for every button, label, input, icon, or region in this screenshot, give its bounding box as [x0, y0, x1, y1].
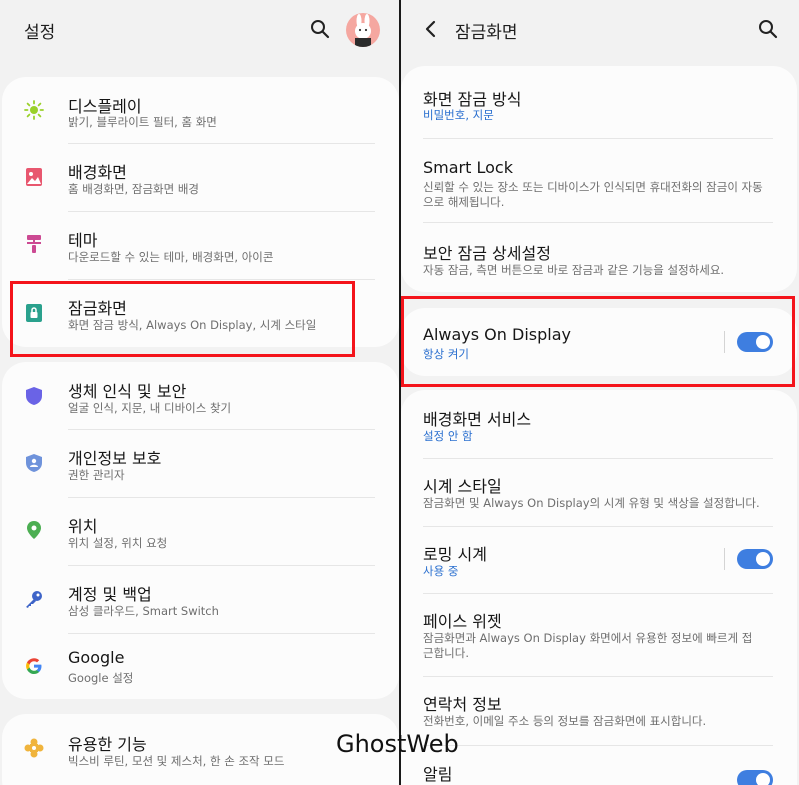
page-title: 설정 [24, 23, 56, 43]
settings-item-title: Smart Lock [423, 158, 513, 177]
settings-item-title: 알림 [423, 765, 453, 784]
settings-item-title: 로밍 시계 [423, 545, 487, 564]
settings-item-subtitle: 위치 설정, 위치 요청 [68, 536, 168, 550]
settings-item-face-widgets[interactable]: 페이스 위젯 잠금화면과 Always On Display 화면에서 유용한 … [401, 594, 797, 676]
google-icon [24, 656, 44, 676]
settings-item-subtitle: Google 설정 [68, 671, 134, 685]
back-arrow-icon[interactable] [419, 18, 441, 40]
settings-item-secure-lock-settings[interactable]: 보안 잠금 상세설정 자동 잠금, 측면 버튼으로 바로 잠금과 같은 기능을 … [401, 223, 797, 292]
page-title: 잠금화면 [455, 23, 518, 43]
settings-item-title: 생체 인식 및 보안 [68, 382, 187, 401]
puzzle-icon [24, 738, 44, 758]
lock-screen-settings-screen: 잠금화면 화면 잠금 방식 비밀번호, 지문 Smart Lock 신뢰할 수 … [401, 0, 799, 785]
roaming-clock-toggle[interactable] [737, 549, 773, 569]
settings-item-screen-lock-type[interactable]: 화면 잠금 방식 비밀번호, 지문 [401, 66, 797, 136]
settings-item-title: Google [68, 648, 125, 667]
shield-icon [24, 386, 44, 406]
settings-item-subtitle: 전화번호, 이메일 주소 등의 정보를 잠금화면에 표시합니다. [423, 714, 707, 728]
notifications-toggle[interactable] [737, 770, 773, 785]
settings-item-subtitle: 잠금화면과 Always On Display 화면에서 유용한 정보에 빠르게… [423, 631, 753, 660]
settings-item-title: 위치 [68, 517, 98, 536]
settings-item-title: 연락처 정보 [423, 695, 502, 714]
settings-item-biometrics-security[interactable]: 생체 인식 및 보안 얼굴 인식, 지문, 내 디바이스 찾기 [2, 362, 399, 429]
settings-item-roaming-clock[interactable]: 로밍 시계 사용 중 [401, 527, 797, 593]
settings-item-subtitle: 삼성 클라우드, Smart Switch [68, 604, 219, 618]
lock-settings-group-more: 배경화면 서비스 설정 안 함 시계 스타일 잠금화면 및 Always On … [401, 390, 797, 785]
search-icon[interactable] [757, 18, 779, 40]
location-pin-icon [24, 520, 44, 540]
privacy-shield-icon [24, 453, 44, 473]
settings-item-subtitle: 비밀번호, 지문 [423, 108, 494, 122]
settings-item-location[interactable]: 위치 위치 설정, 위치 요청 [2, 498, 399, 565]
settings-item-wallpaper[interactable]: 배경화면 홈 배경화면, 잠금화면 배경 [2, 144, 399, 211]
settings-item-title: 페이스 위젯 [423, 612, 502, 631]
toggle-separator [724, 548, 725, 570]
settings-group-security: 생체 인식 및 보안 얼굴 인식, 지문, 내 디바이스 찾기 개인정보 보호 … [2, 362, 399, 699]
highlight-box [401, 296, 795, 387]
settings-item-subtitle: 사용 중 [423, 564, 459, 578]
settings-item-subtitle: 자동 잠금, 측면 버튼으로 바로 잠금과 같은 기능을 설정하세요. [423, 263, 725, 277]
settings-item-title: 보안 잠금 상세설정 [423, 244, 551, 263]
settings-item-google[interactable]: Google Google 설정 [2, 634, 399, 699]
search-icon[interactable] [309, 18, 331, 40]
settings-item-title: 배경화면 [68, 163, 127, 182]
settings-screen: 설정 디스플레이 밝기, 블루라이트 필터, 홈 화면 배경화면 홈 배경화면,… [0, 0, 399, 785]
settings-item-subtitle: 빅스비 루틴, 모션 및 제스처, 한 손 조작 모드 [68, 754, 285, 768]
settings-item-title: 배경화면 서비스 [423, 410, 532, 429]
settings-item-title: 계정 및 백업 [68, 585, 152, 604]
settings-item-contact-information[interactable]: 연락처 정보 전화번호, 이메일 주소 등의 정보를 잠금화면에 표시합니다. [401, 677, 797, 745]
settings-item-smart-lock[interactable]: Smart Lock 신뢰할 수 있는 장소 또는 디바이스가 인식되면 휴대전… [401, 139, 797, 219]
image-icon [24, 167, 44, 187]
sun-icon [24, 100, 44, 120]
settings-item-subtitle: 설정 안 함 [423, 429, 473, 443]
highlight-box [10, 281, 355, 357]
settings-item-subtitle: 권한 관리자 [68, 468, 125, 482]
settings-item-themes[interactable]: 테마 다운로드할 수 있는 테마, 배경화면, 아이콘 [2, 212, 399, 279]
settings-item-privacy[interactable]: 개인정보 보호 권한 관리자 [2, 430, 399, 497]
watermark: GhostWeb [336, 730, 459, 758]
toggle-knob [756, 552, 770, 566]
settings-item-title: 테마 [68, 231, 98, 250]
lock-settings-group-security: 화면 잠금 방식 비밀번호, 지문 Smart Lock 신뢰할 수 있는 장소… [401, 66, 797, 292]
settings-item-subtitle: 다운로드할 수 있는 테마, 배경화면, 아이콘 [68, 250, 274, 264]
settings-item-display[interactable]: 디스플레이 밝기, 블루라이트 필터, 홈 화면 [2, 77, 399, 143]
settings-item-title: 유용한 기능 [68, 735, 147, 754]
key-icon [24, 589, 44, 609]
toggle-knob [756, 773, 770, 785]
settings-item-title: 개인정보 보호 [68, 449, 162, 468]
settings-item-subtitle: 잠금화면 및 Always On Display의 시계 유형 및 색상을 설정… [423, 496, 760, 510]
settings-item-title: 시계 스타일 [423, 477, 502, 496]
paintbrush-icon [24, 234, 44, 254]
settings-item-subtitle: 신뢰할 수 있는 장소 또는 디바이스가 인식되면 휴대전화의 잠금이 자동으로… [423, 180, 763, 209]
settings-header: 설정 [0, 0, 399, 62]
settings-item-wallpaper-services[interactable]: 배경화면 서비스 설정 안 함 [401, 390, 797, 458]
settings-item-title: 디스플레이 [68, 97, 142, 116]
settings-item-subtitle: 밝기, 블루라이트 필터, 홈 화면 [68, 115, 217, 129]
avatar[interactable] [346, 13, 380, 47]
lock-screen-header: 잠금화면 [401, 0, 799, 62]
settings-item-subtitle: 얼굴 인식, 지문, 내 디바이스 찾기 [68, 401, 232, 415]
settings-item-subtitle: 홈 배경화면, 잠금화면 배경 [68, 182, 200, 196]
settings-item-notifications[interactable]: 알림 [401, 746, 797, 785]
settings-item-title: 화면 잠금 방식 [423, 90, 522, 109]
settings-item-clock-style[interactable]: 시계 스타일 잠금화면 및 Always On Display의 시계 유형 및… [401, 459, 797, 526]
settings-item-accounts-backup[interactable]: 계정 및 백업 삼성 클라우드, Smart Switch [2, 566, 399, 633]
